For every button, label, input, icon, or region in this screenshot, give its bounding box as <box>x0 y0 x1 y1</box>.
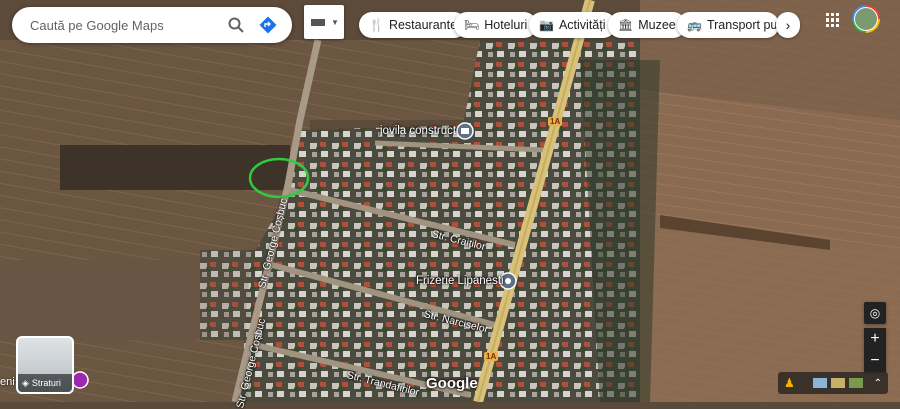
chip-label: Restaurante <box>388 18 458 32</box>
layers-icon: ◈ <box>22 377 29 388</box>
chip-transport-public[interactable]: 🚌 Transport public <box>677 12 779 38</box>
search-icon[interactable] <box>220 9 252 41</box>
map-layer-toggle-icon <box>311 18 325 26</box>
chip-hoteluri[interactable]: 🛏 Hoteluri <box>454 12 538 38</box>
search-input[interactable] <box>28 16 212 34</box>
place-pin-left <box>71 371 89 389</box>
directions-icon[interactable] <box>252 9 284 41</box>
avatar[interactable] <box>852 5 880 33</box>
imagery-bar[interactable]: ♟ ⌃ <box>778 372 888 394</box>
apps-grid-icon[interactable] <box>826 13 840 27</box>
chip-label: Transport public <box>706 18 779 32</box>
satellite-map[interactable] <box>0 0 900 402</box>
camera-icon: 📷 <box>539 18 554 32</box>
plus-icon: + <box>870 330 880 347</box>
chevron-down-icon[interactable]: ▼ <box>331 18 339 27</box>
zoom-out-button[interactable]: − <box>864 350 886 372</box>
transit-icon: 🚌 <box>687 18 702 32</box>
left-edge-text: eni <box>0 376 15 388</box>
chevron-right-icon: › <box>785 17 791 33</box>
expand-icon[interactable]: ⌃ <box>874 378 882 389</box>
layers-label-row: ◈ Straturi <box>18 374 72 392</box>
minus-icon: − <box>870 352 880 369</box>
chip-label: Muzee <box>638 18 676 32</box>
chip-muzee[interactable]: 🏛 Muzee <box>608 12 686 38</box>
hotel-icon: 🛏 <box>464 18 480 32</box>
chip-activitati[interactable]: 📷 Activități <box>529 12 616 38</box>
zoom-in-button[interactable]: + <box>864 328 886 350</box>
thumbnail-2[interactable] <box>830 378 845 388</box>
search-box[interactable] <box>12 7 292 43</box>
road-shield-1a-bottom: 1A <box>484 352 499 361</box>
map-layer-toggle[interactable]: ▼ <box>304 5 344 39</box>
museum-icon: 🏛 <box>618 18 634 32</box>
restaurant-icon: 🍴 <box>369 18 384 32</box>
my-location-icon: ◎ <box>869 306 881 320</box>
chip-label: Activități <box>558 18 606 32</box>
place-label-frizerie[interactable]: Frizerie Lipanesti <box>416 275 504 287</box>
chips-next-button[interactable]: › <box>776 12 800 38</box>
thumbnail-1[interactable] <box>812 378 827 388</box>
chip-label: Hoteluri <box>484 18 528 32</box>
place-label-jovila[interactable]: jovila construct <box>380 125 456 137</box>
layers-label: Straturi <box>31 378 61 388</box>
thumbnail-3[interactable] <box>848 378 863 388</box>
pegman-icon[interactable]: ♟ <box>784 376 795 390</box>
road-shield-1a-top: 1A <box>548 117 563 126</box>
my-location-button[interactable]: ◎ <box>864 302 886 324</box>
chip-restaurante[interactable]: 🍴 Restaurante <box>359 12 468 38</box>
google-logo: Google <box>426 375 478 392</box>
layers-button[interactable]: ◈ Straturi <box>16 336 74 394</box>
